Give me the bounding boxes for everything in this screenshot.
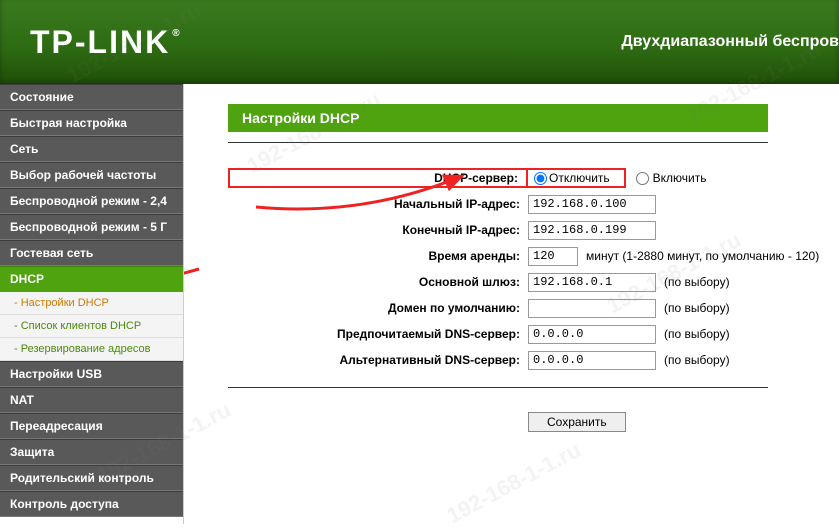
nav-guest-network[interactable]: Гостевая сеть: [0, 240, 183, 266]
row-gateway: Основной шлюз: (по выбору): [228, 271, 828, 293]
label-dns2: Альтернативный DNS-сервер:: [228, 353, 528, 367]
input-start-ip[interactable]: [528, 195, 656, 214]
brand-logo: TP-LINK ®: [30, 24, 180, 61]
brand-tagline: Двухдиапазонный беспров: [621, 33, 839, 51]
row-dhcp-server: DHCP-сервер: Отключить Включить: [228, 167, 828, 189]
label-end-ip: Конечный IP-адрес:: [228, 223, 528, 237]
form-divider: [228, 387, 768, 388]
title-divider: [228, 142, 768, 143]
radio-dhcp-on[interactable]: [636, 172, 649, 185]
nav-dhcp-reservation[interactable]: - Резервирование адресов: [0, 338, 183, 361]
nav-sidebar: Состояние Быстрая настройка Сеть Выбор р…: [0, 84, 184, 524]
save-button[interactable]: Сохранить: [528, 412, 626, 432]
nav-quick-setup[interactable]: Быстрая настройка: [0, 110, 183, 136]
input-dns2[interactable]: [528, 351, 656, 370]
app-header: TP-LINK ® Двухдиапазонный беспров: [0, 0, 839, 84]
label-start-ip: Начальный IP-адрес:: [228, 197, 528, 211]
label-domain: Домен по умолчанию:: [228, 301, 528, 315]
nav-access-ctrl[interactable]: Контроль доступа: [0, 491, 183, 517]
nav-forwarding[interactable]: Переадресация: [0, 413, 183, 439]
input-dns1[interactable]: [528, 325, 656, 344]
label-lease: Время аренды:: [228, 249, 528, 263]
radio-dhcp-off-label: Отключить: [549, 171, 610, 185]
nav-wireless-24[interactable]: Беспроводной режим - 2,4: [0, 188, 183, 214]
nav-dhcp-clients[interactable]: - Список клиентов DHCP: [0, 315, 183, 338]
row-dns2: Альтернативный DNS-сервер: (по выбору): [228, 349, 828, 371]
nav-wireless-5[interactable]: Беспроводной режим - 5 Г: [0, 214, 183, 240]
trademark-icon: ®: [172, 28, 181, 39]
dhcp-form: DHCP-сервер: Отключить Включить Начальны…: [228, 167, 828, 432]
nav-band-select[interactable]: Выбор рабочей частоты: [0, 162, 183, 188]
row-start-ip: Начальный IP-адрес:: [228, 193, 828, 215]
row-domain: Домен по умолчанию: (по выбору): [228, 297, 828, 319]
row-lease: Время аренды: минут (1-2880 минут, по ум…: [228, 245, 828, 267]
hint-domain: (по выбору): [664, 301, 730, 315]
input-end-ip[interactable]: [528, 221, 656, 240]
hint-gateway: (по выбору): [664, 275, 730, 289]
input-domain[interactable]: [528, 299, 656, 318]
radio-dhcp-on-label: Включить: [653, 171, 707, 185]
nav-dhcp[interactable]: DHCP: [0, 266, 183, 292]
label-dns1: Предпочитаемый DNS-сервер:: [228, 327, 528, 341]
label-gateway: Основной шлюз:: [228, 275, 528, 289]
nav-usb[interactable]: Настройки USB: [0, 361, 183, 387]
input-lease[interactable]: [528, 247, 578, 266]
input-gateway[interactable]: [528, 273, 656, 292]
nav-security[interactable]: Защита: [0, 439, 183, 465]
nav-status[interactable]: Состояние: [0, 84, 183, 110]
radio-dhcp-off[interactable]: [534, 172, 547, 185]
label-dhcp-server: DHCP-сервер:: [228, 168, 528, 188]
hint-dns2: (по выбору): [664, 353, 730, 367]
row-save: Сохранить: [528, 412, 828, 432]
nav-network[interactable]: Сеть: [0, 136, 183, 162]
radio-group-dhcp-server: Отключить: [526, 168, 626, 188]
nav-parental[interactable]: Родительский контроль: [0, 465, 183, 491]
annotation-arrow-icon: [184, 244, 204, 307]
hint-dns1: (по выбору): [664, 327, 730, 341]
content-area: Настройки DHCP DHCP-сервер: Отключить Вк…: [184, 84, 839, 524]
nav-dhcp-settings[interactable]: - Настройки DHCP: [0, 292, 183, 315]
page-title: Настройки DHCP: [228, 104, 768, 132]
brand-logo-text: TP-LINK: [30, 24, 170, 61]
hint-lease: минут (1-2880 минут, по умолчанию - 120): [586, 249, 819, 263]
nav-nat[interactable]: NAT: [0, 387, 183, 413]
row-dns1: Предпочитаемый DNS-сервер: (по выбору): [228, 323, 828, 345]
row-end-ip: Конечный IP-адрес:: [228, 219, 828, 241]
